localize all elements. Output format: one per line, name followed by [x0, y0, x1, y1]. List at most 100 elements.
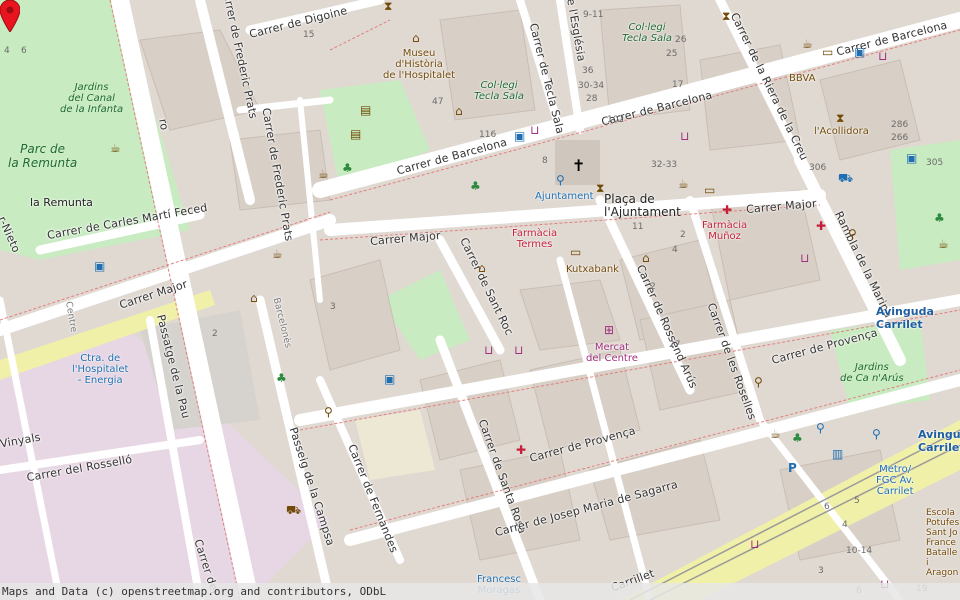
atm-icon: ▭ — [570, 245, 582, 259]
house-number: 4 — [842, 520, 848, 530]
bicycle-icon: ⚲ — [556, 173, 565, 187]
bus-icon: ▣ — [514, 129, 526, 143]
metro-icon: ▥ — [832, 447, 844, 461]
cafe-icon: ☕ — [938, 237, 949, 251]
house-number: 6 — [824, 502, 830, 512]
poi-station[interactable]: Metro/ FGC Av. Carrilet — [876, 464, 914, 497]
poi-school[interactable]: Escola Potufes Sant Jo France Batalle i … — [926, 508, 960, 578]
poi-collegi[interactable]: Col·legi Tecla Sala — [622, 22, 672, 44]
street-label: ro — [156, 117, 172, 132]
location-marker-icon[interactable] — [0, 0, 20, 32]
tree-icon: ♣ — [276, 371, 287, 385]
bank-icon: ⌂ — [478, 261, 486, 275]
house-number: 32-33 — [651, 160, 678, 170]
tree-icon: ♣ — [342, 161, 353, 175]
book-icon: ▤ — [360, 103, 372, 117]
pharmacy-icon: ✚ — [516, 443, 527, 457]
shop-icon: ⊔ — [530, 123, 540, 137]
atm-icon: ▭ — [822, 45, 834, 59]
tree-icon: ♣ — [792, 431, 803, 445]
parking-icon: P — [788, 461, 797, 475]
cafe-icon: ☕ — [802, 37, 813, 51]
house-number: 266 — [891, 133, 909, 143]
house-number: 25 — [666, 49, 678, 59]
bicycle-icon: ⚲ — [872, 427, 881, 441]
bank-icon: ⌂ — [250, 291, 258, 305]
house-number: 27 — [669, 340, 681, 350]
playground-icon: ⚲ — [754, 375, 763, 389]
bank-icon: ⌂ — [642, 251, 650, 265]
poi-bank[interactable]: Kutxabank — [566, 264, 619, 275]
house-number: 11 — [632, 222, 644, 232]
cafe-icon: ☕ — [770, 427, 781, 441]
cafe-icon: ☕ — [272, 247, 283, 261]
house-number: 305 — [926, 158, 944, 168]
poi-ajuntament[interactable]: Ajuntament — [535, 191, 594, 202]
house-number: 15 — [303, 30, 315, 40]
bus-icon: ▣ — [906, 151, 918, 165]
poi-museu[interactable]: Museu d'Història de l'Hospitalet — [383, 48, 455, 81]
poi-station[interactable]: Ctra. de l'Hospitalet - Energia — [72, 353, 128, 386]
shop-icon: ⊔ — [484, 343, 494, 357]
house-number: 2 — [212, 329, 218, 339]
poi-bank[interactable]: BBVA — [789, 73, 815, 84]
house-number: 2 — [680, 230, 686, 240]
shop-icon: ⊔ — [750, 537, 760, 551]
cafe-icon: ☕ — [110, 141, 121, 155]
house-number: 4 — [4, 46, 10, 56]
poi-market[interactable]: Mercat del Centre — [586, 342, 638, 364]
shop-icon: ⊔ — [514, 343, 524, 357]
book-icon: ▤ — [350, 127, 362, 141]
house-number: 47 — [432, 97, 444, 107]
house-number: 30-34 — [578, 81, 605, 91]
map-canvas[interactable]: Carrer de Barcelona Carrer de Barcelona … — [0, 0, 960, 600]
house-number: 8 — [542, 156, 548, 166]
church-icon: ✝ — [572, 156, 586, 175]
museum-icon: ⌂ — [412, 31, 420, 45]
bus-icon: ▣ — [384, 372, 396, 386]
bus-icon: ▣ — [94, 259, 106, 273]
house-number: 28 — [586, 94, 598, 104]
house-number: 5 — [854, 496, 860, 506]
attribution-bar: Maps and Data (c) openstreetmap.org and … — [0, 583, 960, 600]
hourglass-icon: ⧗ — [596, 181, 605, 195]
pharmacy-icon: ✚ — [722, 203, 733, 217]
poi-collegi[interactable]: Col·legi Tecla Sala — [474, 80, 524, 102]
house-number: 4 — [672, 245, 678, 255]
poi-farmacia[interactable]: Farmàcia Termes — [512, 228, 557, 250]
poi-farmacia[interactable]: Farmàcia Muñoz — [702, 220, 747, 242]
place-label: la Remunta — [30, 196, 93, 209]
cafe-icon: ☕ — [678, 177, 689, 191]
poi-label[interactable]: l'Acollidora — [814, 126, 869, 137]
house-number: 3 — [818, 566, 824, 576]
taxi-icon: ⛟ — [838, 171, 854, 185]
house-number: 286 — [891, 120, 909, 130]
tree-icon: ♣ — [470, 179, 481, 193]
place-label: Avinguda Carrilet — [876, 305, 934, 331]
market-icon: ⊞ — [604, 323, 615, 337]
house-number: 9-11 — [583, 10, 604, 20]
bicycle-icon: ⚲ — [816, 421, 825, 435]
park-label: Jardins del Canal de la Infanta — [60, 82, 124, 115]
house-number: 3 — [330, 302, 336, 312]
playground-icon: ⚲ — [324, 405, 333, 419]
shop-icon: ⊔ — [878, 49, 888, 63]
house-number: 306 — [809, 163, 827, 173]
hourglass-icon: ⧗ — [722, 9, 731, 23]
house-number: 17 — [672, 80, 684, 90]
park-label: Jardins de Ca n'Arús — [840, 362, 904, 384]
house-number: 36 — [582, 66, 594, 76]
hourglass-icon: ⧗ — [384, 0, 393, 13]
shop-icon: ⊔ — [800, 251, 810, 265]
park-label: Parc de la Remunta — [8, 142, 78, 170]
house-number: 116 — [479, 130, 497, 140]
house-number: 2 — [650, 282, 656, 292]
museum-icon: ⌂ — [455, 104, 463, 118]
atm-icon: ▭ — [704, 183, 716, 197]
house-number: 6 — [21, 46, 27, 56]
bus-icon: ▣ — [854, 45, 866, 59]
shop-icon: ⊔ — [680, 129, 690, 143]
place-label: Plaça de l'Ajuntament — [604, 192, 681, 219]
house-number: 26 — [675, 35, 687, 45]
pharmacy-icon: ✚ — [816, 219, 827, 233]
